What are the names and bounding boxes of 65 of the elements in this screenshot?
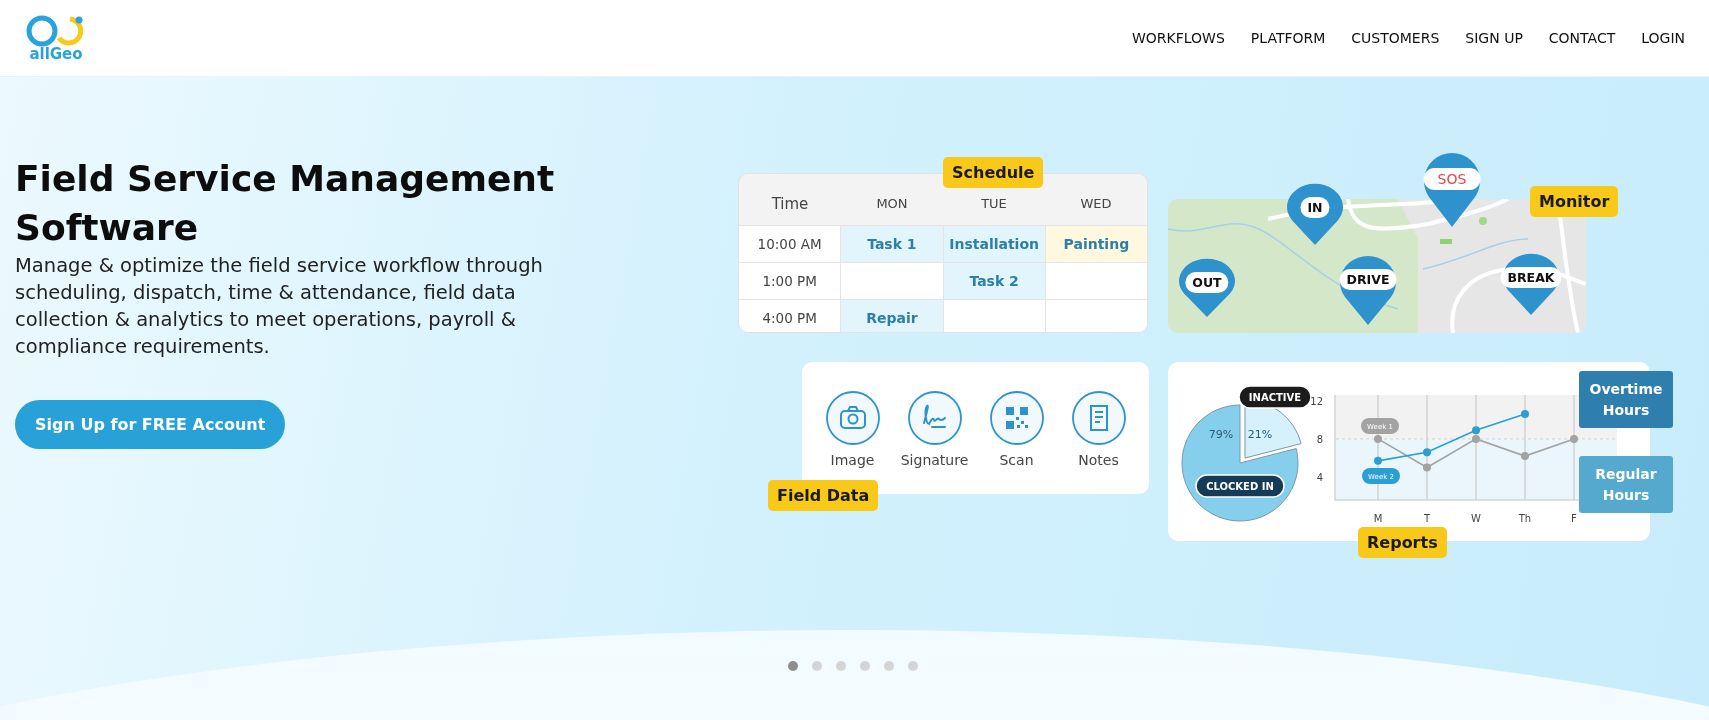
qr-code-icon (988, 390, 1045, 446)
nav-link[interactable]: CUSTOMERS (1351, 30, 1440, 46)
pin-label: SOS (1423, 168, 1481, 190)
data-point (1521, 410, 1529, 419)
hero-description: Manage & optimize the field service workflow through scheduling, dispatch, time & attendance, field data collection & analytics to meet operations, payroll & compliance requirements. (15, 253, 544, 360)
field-data-label: Notes (1078, 452, 1119, 468)
notes-icon (1070, 390, 1127, 446)
pie-value-label: 21% (1247, 428, 1273, 441)
signature-icon (906, 390, 963, 446)
column-header: TUE (980, 195, 1008, 213)
schedule-badge: Schedule (943, 157, 1044, 188)
column-header: Time (770, 193, 810, 215)
axis-label: 4 (1316, 472, 1323, 484)
carousel-dot[interactable] (907, 661, 918, 671)
task-cell: Repair (840, 300, 943, 332)
data-point (1374, 456, 1382, 465)
axis-label: F (1571, 513, 1577, 524)
field-data-badge: Field Data (768, 480, 879, 511)
carousel-dot[interactable] (811, 661, 822, 671)
carousel-dot[interactable] (883, 661, 894, 671)
data-point (1570, 434, 1578, 443)
axis-label: Th (1518, 513, 1532, 524)
nav-link[interactable]: CONTACT (1548, 30, 1616, 46)
field-data-label: Signature (900, 452, 969, 468)
slice-label: INACTIVE (1238, 385, 1312, 409)
slice-label: CLOCKED IN (1206, 481, 1274, 492)
slice-label: INACTIVE (1248, 392, 1302, 403)
monitor-badge: Monitor (1530, 186, 1619, 217)
axis-label: W (1471, 513, 1481, 524)
data-point (1521, 452, 1529, 461)
axis-label: M (1373, 513, 1383, 524)
column-header: MON (875, 195, 909, 213)
task-cell: Task 1 (840, 226, 943, 262)
data-point (1423, 463, 1431, 472)
time-cell-text: 1:00 PM (761, 272, 818, 291)
nav-link[interactable]: PLATFORM (1250, 30, 1326, 46)
time-cell-text: 4:00 PM (761, 309, 818, 328)
pin-label: BREAK (1500, 267, 1562, 288)
logo-icon (26, 13, 86, 48)
hours-label: Overtime Hours (1579, 371, 1673, 428)
carousel-dot[interactable] (835, 661, 846, 671)
nav-link[interactable]: WORKFLOWS (1131, 30, 1225, 46)
axis-label: T (1423, 513, 1431, 524)
pin-label: DRIVE (1339, 269, 1397, 290)
camera-icon (824, 390, 881, 446)
nav-link[interactable]: SIGN UP (1465, 30, 1523, 46)
task-cell: Painting (1044, 226, 1147, 262)
axis-label: 8 (1316, 433, 1323, 445)
carousel-dot[interactable] (787, 661, 798, 671)
reports-badge: Reports (1358, 527, 1447, 558)
axis-label: 12 (1310, 395, 1323, 407)
carousel-dot[interactable] (859, 661, 870, 671)
pie-value-label: 79% (1208, 428, 1234, 441)
task-cell: Installation (942, 226, 1045, 262)
slice-label: CLOCKED IN (1195, 474, 1285, 498)
hero-title: Field Service Management Software (15, 157, 556, 250)
field-data-label: Scan (999, 452, 1034, 468)
data-point (1423, 448, 1431, 457)
nav-link[interactable]: LOGIN (1641, 30, 1685, 46)
field-data-label: Image (830, 452, 875, 468)
time-cell-text: 10:00 AM (756, 235, 823, 254)
column-header: WED (1079, 195, 1113, 213)
hours-label: Regular Hours (1579, 456, 1673, 513)
task-cell: Task 2 (942, 263, 1045, 299)
data-point (1374, 434, 1382, 443)
